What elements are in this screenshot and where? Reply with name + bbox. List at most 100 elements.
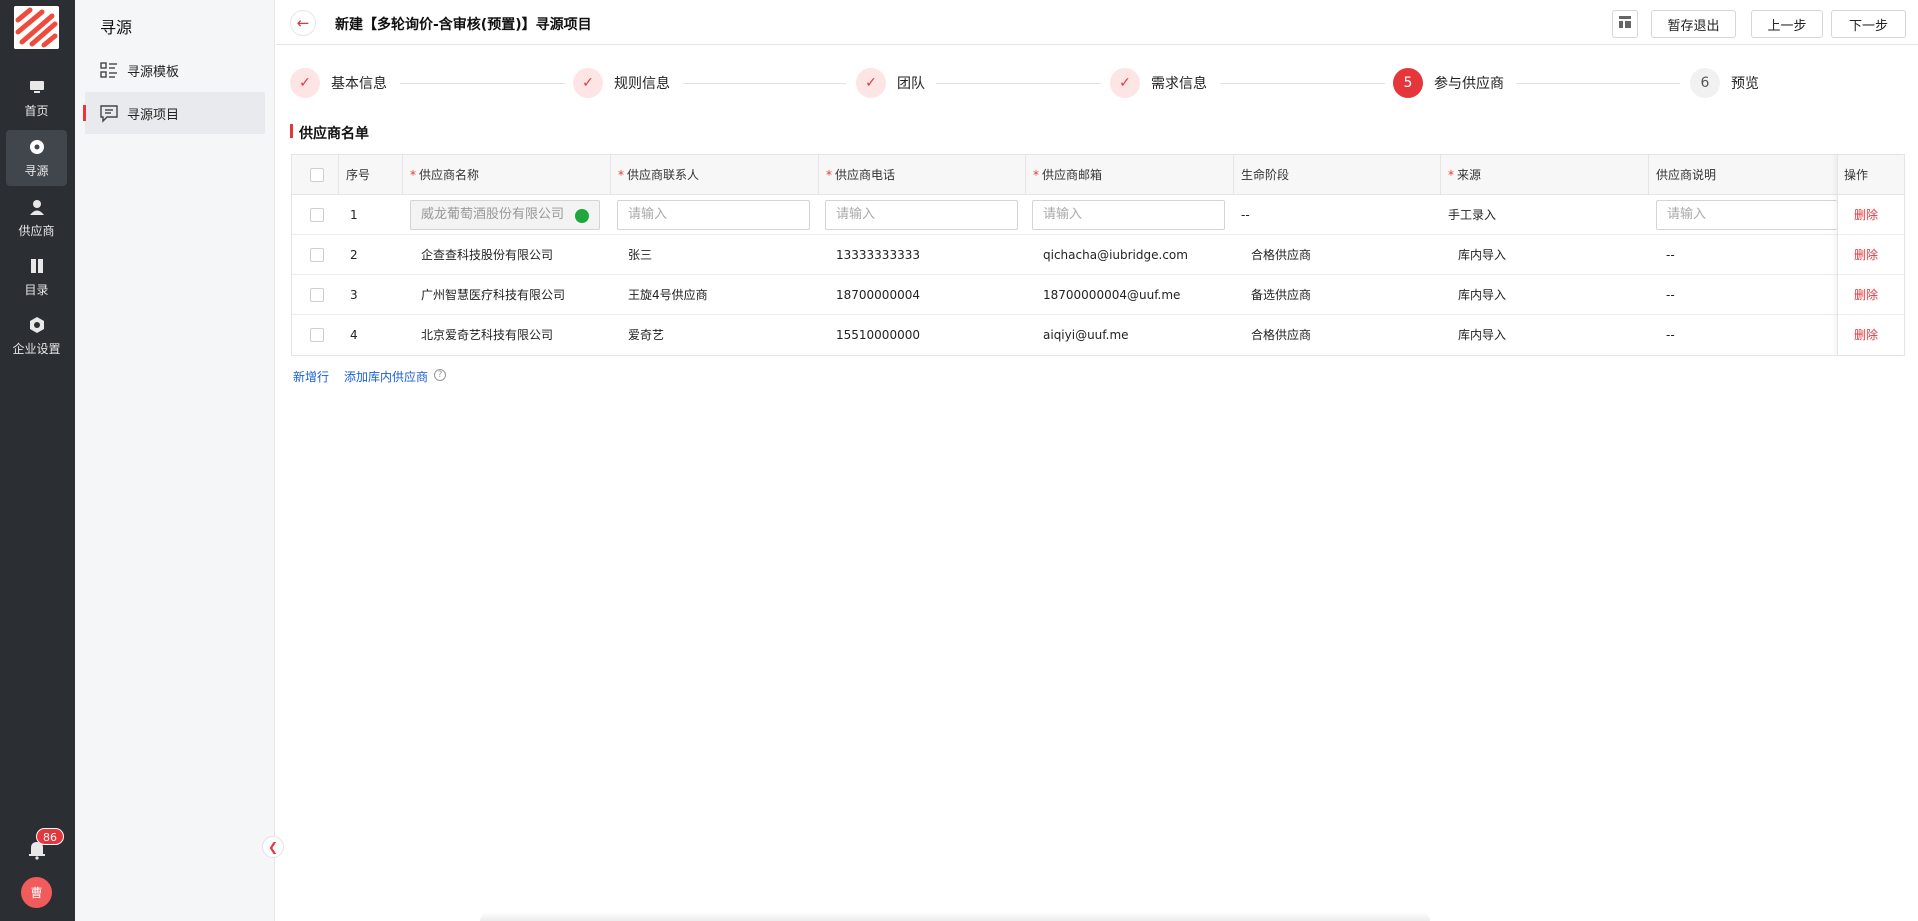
template-list-icon <box>99 60 119 80</box>
email-input[interactable]: 请输入 <box>1032 200 1225 230</box>
add-row-link[interactable]: 新增行 <box>293 368 329 385</box>
select-all-checkbox[interactable] <box>310 168 324 182</box>
column-header: * 供应商邮箱 <box>1026 155 1234 195</box>
header-checkbox-cell <box>292 155 339 195</box>
rail-item-label: 企业设置 <box>12 341 61 356</box>
bottom-shadow <box>480 912 1430 921</box>
step-demand-info[interactable]: ✓ 需求信息 <box>1110 68 1207 98</box>
row-checkbox[interactable] <box>310 248 324 262</box>
next-step-button[interactable]: 下一步 <box>1831 10 1906 38</box>
lifecycle-stage: 备选供应商 <box>1251 288 1312 302</box>
step-label: 预览 <box>1731 76 1759 92</box>
book-icon <box>28 257 46 275</box>
sidebar: 寻源 寻源模板 寻源项目 <box>75 0 275 921</box>
step-team[interactable]: ✓ 团队 <box>856 68 925 98</box>
supplier-phone: 13333333333 <box>836 248 920 262</box>
supplier-name: 北京爱奇艺科技有限公司 <box>421 328 554 342</box>
app-logo[interactable] <box>14 6 59 49</box>
column-header: 生命阶段 <box>1234 155 1441 195</box>
step-connector <box>936 83 1101 84</box>
sidebar-item-label: 寻源项目 <box>127 107 180 123</box>
table-row: 4 北京爱奇艺科技有限公司 爱奇艺 15510000000 aiqiyi@uuf… <box>292 315 1904 355</box>
collapse-sidebar-button[interactable]: ❮ <box>262 836 284 858</box>
help-icon[interactable]: ? <box>434 369 446 381</box>
supplier-email: qichacha@iubridge.com <box>1043 248 1188 262</box>
sidebar-item-label: 寻源模板 <box>127 64 180 80</box>
row-checkbox[interactable] <box>310 288 324 302</box>
gear-icon <box>28 316 46 334</box>
contact-input[interactable]: 请输入 <box>617 200 810 230</box>
rail-item-label: 寻源 <box>24 163 49 178</box>
supplier-contact: 王旋4号供应商 <box>628 288 708 302</box>
column-header: * 来源 <box>1441 155 1649 195</box>
column-header: 序号 <box>339 155 403 195</box>
lifecycle-stage: 合格供应商 <box>1251 248 1312 262</box>
page-header: ← 新建【多轮询价-含审核(预置)】寻源项目 暂存退出 上一步 下一步 <box>276 0 1918 45</box>
step-connector <box>1516 83 1680 84</box>
rail-item-label: 供应商 <box>18 223 55 238</box>
lifecycle-stage: 合格供应商 <box>1251 328 1312 342</box>
rail-item-home[interactable]: 首页 <box>6 70 67 126</box>
rail-item-settings[interactable]: 企业设置 <box>6 308 67 364</box>
supplier-note: -- <box>1666 288 1675 302</box>
supplier-contact: 张三 <box>628 248 653 262</box>
step-number: 6 <box>1690 68 1720 98</box>
rail-item-sourcing[interactable]: 寻源 <box>6 130 67 186</box>
supplier-name: 企查查科技股份有限公司 <box>421 248 554 262</box>
source: 库内导入 <box>1458 248 1507 262</box>
notification-badge: 86 <box>36 828 64 845</box>
supplier-name: 广州智慧医疗科技有限公司 <box>421 288 566 302</box>
step-label: 基本信息 <box>331 76 387 92</box>
column-header: * 供应商电话 <box>819 155 1026 195</box>
step-number: 5 <box>1393 68 1423 98</box>
layout-toggle-button[interactable] <box>1612 10 1638 38</box>
layout-icon <box>1618 15 1632 33</box>
row-checkbox[interactable] <box>310 208 324 222</box>
user-icon <box>28 198 46 216</box>
rail-item-catalog[interactable]: 目录 <box>6 249 67 305</box>
prev-step-button[interactable]: 上一步 <box>1751 10 1823 38</box>
step-suppliers[interactable]: 5 参与供应商 <box>1393 68 1504 98</box>
step-basic-info[interactable]: ✓ 基本信息 <box>290 68 387 98</box>
arrow-left-icon: ← <box>296 14 310 32</box>
supplier-phone: 15510000000 <box>836 328 920 342</box>
back-button[interactable]: ← <box>290 10 316 36</box>
step-rule-info[interactable]: ✓ 规则信息 <box>573 68 670 98</box>
table-header: 序号 * 供应商名称 * 供应商联系人 * 供应商电话 * 供应商邮箱 生命阶段 * 来源… <box>292 155 1904 195</box>
row-index: 4 <box>350 328 358 342</box>
sidebar-item-projects[interactable]: 寻源项目 <box>85 92 265 134</box>
section-marker <box>290 124 293 138</box>
rail-item-supplier[interactable]: 供应商 <box>6 190 67 246</box>
check-icon: ✓ <box>1110 68 1140 98</box>
row-index: 1 <box>350 208 358 222</box>
chevron-left-icon: ❮ <box>267 840 279 854</box>
page-title: 新建【多轮询价-含审核(预置)】寻源项目 <box>335 17 592 33</box>
row-index: 3 <box>350 288 358 302</box>
rail-item-label: 目录 <box>24 282 49 297</box>
avatar[interactable]: 曹 <box>21 877 52 908</box>
fixed-action-column <box>1837 155 1904 355</box>
sidebar-item-templates[interactable]: 寻源模板 <box>85 49 265 91</box>
step-connector <box>683 83 846 84</box>
check-icon: ✓ <box>573 68 603 98</box>
add-library-supplier-link[interactable]: 添加库内供应商 <box>344 368 428 385</box>
source: 库内导入 <box>1458 288 1507 302</box>
supplier-contact: 爱奇艺 <box>628 328 665 342</box>
rail-item-label: 首页 <box>24 103 49 118</box>
save-exit-button[interactable]: 暂存退出 <box>1651 10 1736 38</box>
monitor-icon <box>28 78 46 96</box>
supplier-name-field[interactable]: 威龙葡萄酒股份有限公司 <box>410 200 600 230</box>
note-input[interactable]: 请输入 <box>1656 200 1837 230</box>
supplier-email: aiqiyi@uuf.me <box>1043 328 1129 342</box>
sidebar-title: 寻源 <box>100 18 133 37</box>
step-connector <box>1220 83 1385 84</box>
step-label: 团队 <box>897 76 925 92</box>
supplier-email: 18700000004@uuf.me <box>1043 288 1181 302</box>
row-checkbox[interactable] <box>310 328 324 342</box>
phone-input[interactable]: 请输入 <box>825 200 1018 230</box>
step-preview[interactable]: 6 预览 <box>1690 68 1759 98</box>
column-header: * 供应商联系人 <box>611 155 819 195</box>
lifecycle-stage: -- <box>1241 208 1250 222</box>
status-dot-icon <box>575 209 589 223</box>
active-indicator <box>83 105 86 121</box>
